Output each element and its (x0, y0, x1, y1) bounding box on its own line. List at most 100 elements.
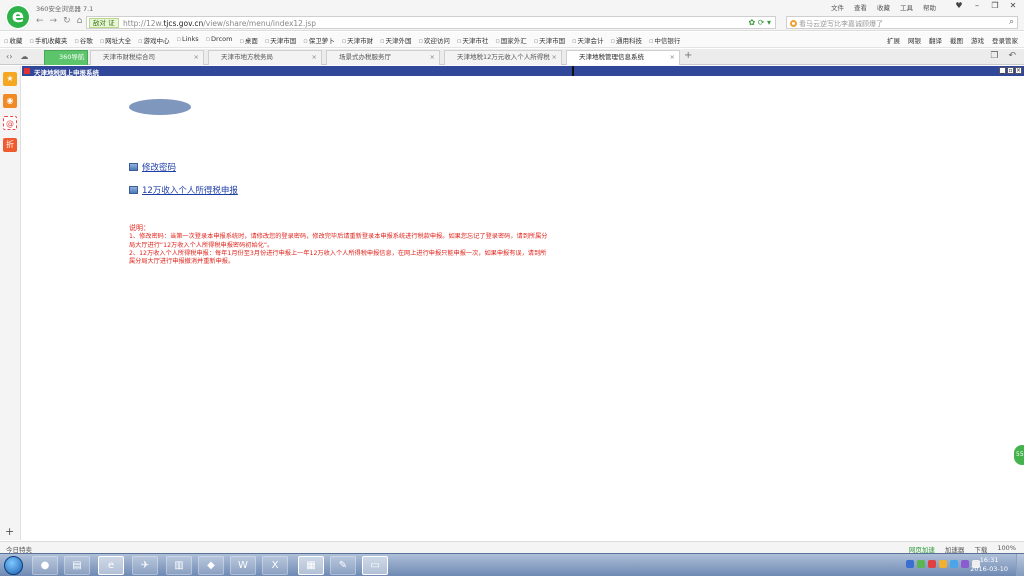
back-icon[interactable]: ← (36, 16, 44, 26)
bookmark-item[interactable]: 天津会计 (572, 35, 604, 45)
cloud-icon[interactable]: ☁ (20, 52, 28, 61)
taskbar-explorer-icon[interactable]: ▤ (64, 556, 90, 575)
taskbar-excel-icon[interactable]: X (262, 556, 288, 575)
login-manager-button[interactable]: 登录管家 (992, 35, 1018, 45)
taskbar-app-icon[interactable]: ● (32, 556, 58, 575)
search-engine-icon[interactable] (790, 20, 797, 27)
taskbar-app-icon[interactable]: ✎ (330, 556, 356, 575)
taskbar-app-icon[interactable]: ▭ (362, 556, 388, 575)
tab-close-icon[interactable]: × (552, 51, 557, 64)
netbank-button[interactable]: 网银 (908, 35, 921, 45)
tray-icon[interactable] (961, 560, 969, 568)
tab-local-tax[interactable]: 天津市地方税务局 × (208, 50, 322, 65)
taskbar-app-icon[interactable]: ▥ (166, 556, 192, 575)
change-password-link[interactable]: 修改密码 (129, 161, 176, 173)
url-text[interactable]: http://12w.tjcs.gov.cn/view/share/menu/i… (123, 19, 316, 28)
show-desktop-button[interactable] (1016, 554, 1024, 576)
bookmark-item[interactable]: 手机收藏夹 (29, 35, 68, 45)
tab-service-hall[interactable]: 场景式办税服务厅 × (326, 50, 440, 65)
menu-view[interactable]: 查看 (854, 2, 867, 12)
app-title: 360安全浏览器 7.1 (36, 5, 94, 13)
taskbar-plane-icon[interactable]: ✈ (132, 556, 158, 575)
refresh-icon[interactable]: ↻ (63, 16, 71, 26)
tab-tax-system[interactable]: 天津地税管理信息系统 × (566, 50, 680, 65)
tab-close-icon[interactable]: × (430, 51, 435, 64)
bookmark-item[interactable]: Drcom (206, 35, 232, 45)
favorites-star-icon[interactable]: ★ (3, 72, 17, 86)
maximize-icon[interactable]: ❐ (988, 1, 1002, 11)
frame-maximize-icon[interactable]: ▫ (1007, 67, 1014, 74)
browser-logo-icon[interactable]: e (5, 4, 31, 30)
menu-favorites[interactable]: 收藏 (877, 2, 890, 12)
add-sidebar-icon[interactable]: + (5, 525, 14, 538)
income-tax-declare-link[interactable]: 12万收入个人所得税申报 (129, 184, 238, 196)
extensions-button[interactable]: 扩展 (887, 35, 900, 45)
new-tab-icon[interactable]: + (684, 50, 692, 61)
bookmark-item[interactable]: 通用科技 (611, 35, 642, 45)
tray-icon[interactable] (906, 560, 914, 568)
bookmark-item[interactable]: 天津市社 (457, 35, 488, 45)
tab-list-icon[interactable]: ‹› (6, 52, 12, 61)
bookmark-item[interactable]: 游戏中心 (138, 35, 170, 45)
tray-icon[interactable] (939, 560, 947, 568)
bookmark-item[interactable]: Links (177, 35, 199, 45)
taskbar: ● ▤ e ✈ ▥ ◆ W X ▦ ✎ ▭ 16:31 2016-03-10 (0, 553, 1024, 576)
menu-help[interactable]: 帮助 (923, 2, 936, 12)
tray-icon[interactable] (950, 560, 958, 568)
restore-tabs-icon[interactable]: ❐ (990, 51, 998, 61)
bookmark-item[interactable]: 国家外汇 (495, 35, 527, 45)
bookmark-item[interactable]: 天津市国 (265, 35, 296, 45)
home-icon[interactable]: ⌂ (77, 16, 83, 26)
taskbar-browser-icon[interactable]: e (98, 556, 124, 575)
taskbar-word-icon[interactable]: W (230, 556, 256, 575)
tab-finance[interactable]: 天津市财税综合司 × (90, 50, 204, 65)
bookmark-item[interactable]: 中信银行 (649, 35, 680, 45)
minimize-icon[interactable]: – (970, 1, 984, 11)
tab-close-icon[interactable]: × (670, 51, 675, 64)
undo-close-icon[interactable]: ↶ (1008, 51, 1016, 61)
bookmark-item[interactable]: 保卫萝卜 (303, 35, 335, 45)
instructions: 说明： 1、修改密码：当第一次登录本申报系统时，请修改您的登录密码，修改完毕后请… (129, 224, 549, 266)
tray-icon[interactable] (928, 560, 936, 568)
tab-income-tax[interactable]: 天津地税12万元收入个人所得税 × (444, 50, 562, 65)
tab-close-icon[interactable]: × (194, 51, 199, 64)
bookmark-item[interactable]: 谷歌 (74, 35, 93, 45)
bookmark-item[interactable]: 网址大全 (100, 35, 131, 45)
bookmark-item[interactable]: 天津市财 (342, 35, 373, 45)
nav-buttons: ← → ↻ ⌂ (36, 16, 82, 26)
url-input[interactable]: 敌对 证 http://12w.tjcs.gov.cn/view/share/m… (86, 16, 776, 29)
translate-button[interactable]: 翻译 (929, 35, 942, 45)
search-input[interactable]: 看马云逆写比李嘉诚顾爆了 ⌕ (786, 16, 1018, 29)
tab-close-icon[interactable]: × (312, 51, 317, 64)
search-icon[interactable]: ⌕ (1009, 17, 1014, 27)
tab-nav[interactable]: 360导航 (44, 50, 88, 65)
url-tools-icon[interactable]: ✿ ⟳ ▾ (748, 18, 771, 27)
tray-icon[interactable] (917, 560, 925, 568)
screenshot-button[interactable]: 截图 (950, 35, 963, 45)
skin-icon[interactable]: ♥ (952, 1, 966, 11)
document-icon (129, 186, 138, 194)
bookmark-item[interactable]: 桌面 (239, 35, 258, 45)
games-button[interactable]: 游戏 (971, 35, 984, 45)
shopping-icon[interactable]: 折 (3, 138, 17, 152)
bookmark-item[interactable]: 收藏 (4, 35, 22, 45)
clock[interactable]: 16:31 2016-03-10 (970, 556, 1008, 574)
weibo-icon[interactable]: ◉ (3, 94, 17, 108)
menu-tools[interactable]: 工具 (900, 2, 913, 12)
bookmark-item[interactable]: 欢迎访问 (419, 35, 450, 45)
security-badge[interactable]: 敌对 证 (89, 18, 119, 28)
menu-file[interactable]: 文件 (831, 2, 844, 12)
taskbar-app-icon[interactable]: ◆ (198, 556, 224, 575)
frame-minimize-icon[interactable]: _ (999, 67, 1006, 74)
mail-icon[interactable]: @ (3, 116, 17, 130)
instructions-heading: 说明： (129, 224, 150, 232)
frame-close-icon[interactable]: × (1015, 67, 1022, 74)
system-tray (906, 560, 980, 568)
taskbar-app-icon[interactable]: ▦ (298, 556, 324, 575)
bookmark-item[interactable]: 天津市国 (534, 35, 565, 45)
floating-badge[interactable]: 55 (1014, 445, 1024, 465)
forward-icon[interactable]: → (50, 16, 58, 26)
close-icon[interactable]: ✕ (1006, 1, 1020, 11)
start-button[interactable] (4, 556, 23, 575)
bookmark-item[interactable]: 天津外国 (380, 35, 412, 45)
